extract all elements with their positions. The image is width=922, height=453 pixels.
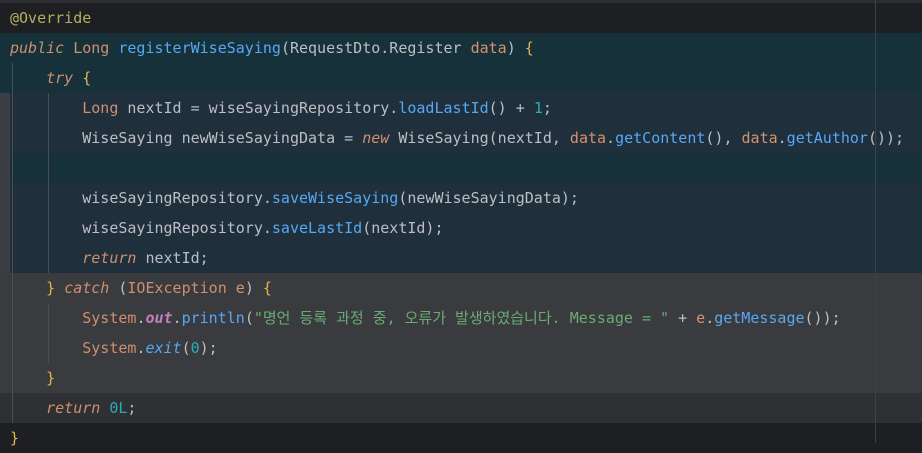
code-token: registerWiseSaying (118, 39, 281, 57)
code-token: ) (506, 39, 525, 57)
code-token: ); (199, 339, 218, 357)
code-token: saveWiseSaying (271, 189, 399, 207)
code-token: data (470, 39, 507, 57)
code-token: RequestDto.Register (289, 39, 462, 57)
indent-guide-catch (48, 303, 49, 363)
code-token: (), (705, 129, 742, 147)
code-token: ()); (804, 309, 841, 327)
code-token: nextId = wiseSayingRepository. (118, 99, 399, 117)
code-token: . (606, 129, 616, 147)
code-token: wiseSayingRepository. (10, 219, 272, 237)
code-token: } (46, 279, 56, 297)
code-line-15[interactable]: } (0, 423, 922, 453)
code-token: ( (109, 279, 128, 297)
code-token: WiseSaying newWiseSayingData = (10, 129, 363, 147)
code-token: ; (542, 99, 552, 117)
code-token: new (362, 129, 390, 147)
code-token: (nextId); (362, 219, 444, 237)
code-token: { (524, 39, 534, 57)
code-token: (newWiseSayingData); (398, 189, 579, 207)
code-line-8[interactable]: wiseSayingRepository.saveLastId(nextId); (0, 213, 922, 243)
code-line-10[interactable]: } catch (IOException e) { (0, 273, 922, 303)
code-line-13[interactable]: } (0, 363, 922, 393)
code-token: Long (73, 39, 110, 57)
code-token: getAuthor (786, 129, 868, 147)
code-line-9[interactable]: return nextId; (0, 243, 922, 273)
code-token: public (10, 39, 65, 57)
gutter-block-marker (0, 93, 10, 273)
code-editor[interactable]: @Override public Long registerWiseSaying… (0, 0, 922, 453)
code-token: return (82, 249, 137, 267)
code-token: wiseSayingRepository. (10, 189, 272, 207)
right-margin-guide (875, 0, 876, 443)
code-token: () + (488, 99, 534, 117)
code-token: System (82, 309, 137, 327)
code-token: } (46, 369, 56, 387)
code-line-12[interactable]: System.exit(0); (0, 333, 922, 363)
code-token: ( (280, 39, 290, 57)
code-token: println (181, 309, 245, 327)
code-token: "명언 등록 과정 중, 오류가 발생하였습니다. Message = " (253, 309, 670, 327)
code-token: . (705, 309, 715, 327)
code-token: IOException (127, 279, 227, 297)
code-token: 0 (190, 339, 200, 357)
code-token: WiseSaying(nextId, (389, 129, 570, 147)
code-token: ( (244, 309, 254, 327)
code-token: loadLastId (398, 99, 489, 117)
code-token: . (777, 129, 787, 147)
code-token: nextId; (136, 249, 209, 267)
code-token: } (10, 429, 20, 447)
code-line-6[interactable] (0, 153, 922, 183)
code-token: { (262, 279, 272, 297)
code-line-1[interactable]: @Override (0, 3, 922, 33)
indent-guide-method (12, 63, 13, 423)
code-token: e (696, 309, 706, 327)
code-token: return (46, 399, 101, 417)
code-token: saveLastId (271, 219, 363, 237)
code-token: ( (181, 339, 191, 357)
code-line-2[interactable]: public Long registerWiseSaying(RequestDt… (0, 33, 922, 63)
code-line-4[interactable]: Long nextId = wiseSayingRepository.loadL… (0, 93, 922, 123)
code-token: exit (145, 339, 182, 357)
code-token: 0L (109, 399, 128, 417)
code-token: e (235, 279, 245, 297)
code-line-7[interactable]: wiseSayingRepository.saveWiseSaying(newW… (0, 183, 922, 213)
code-line-3[interactable]: try { (0, 63, 922, 93)
code-token: + (669, 309, 697, 327)
code-token: ) (244, 279, 263, 297)
code-token: { (82, 69, 92, 87)
code-line-14[interactable]: return 0L; (0, 393, 922, 423)
code-token: out (145, 309, 173, 327)
code-token: getMessage (714, 309, 805, 327)
code-token: ()); (867, 129, 905, 147)
code-token: Long (82, 99, 119, 117)
code-line-11[interactable]: System.out.println("명언 등록 과정 중, 오류가 발생하였… (0, 303, 922, 333)
code-token: . (172, 309, 182, 327)
code-token: data (569, 129, 607, 147)
code-token: ; (127, 399, 137, 417)
code-token: catch (64, 279, 110, 297)
code-token: try (46, 69, 74, 87)
code-token: @Override (10, 9, 92, 27)
code-token: 1 (533, 99, 543, 117)
indent-guide-try (48, 93, 49, 273)
code-token: data (741, 129, 778, 147)
code-line-5[interactable]: WiseSaying newWiseSayingData = new WiseS… (0, 123, 922, 153)
code-token: System (82, 339, 137, 357)
code-token: getContent (615, 129, 706, 147)
